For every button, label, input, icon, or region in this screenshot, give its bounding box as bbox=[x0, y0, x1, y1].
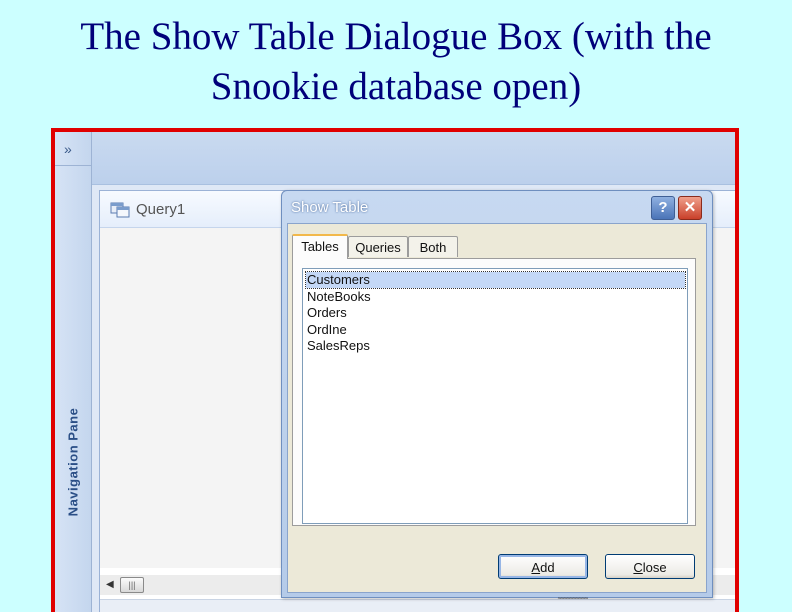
list-item[interactable]: SalesReps bbox=[306, 338, 370, 354]
tables-tab-panel: Customers NoteBooks Orders OrdIne SalesR… bbox=[292, 258, 696, 526]
dialog-titlebar[interactable]: Show Table ? ✕ bbox=[282, 191, 712, 223]
dialog-body: Tables Queries Both Customers NoteBooks … bbox=[287, 223, 707, 593]
slide-title-line-1: The Show Table Dialogue Box (with the bbox=[80, 15, 712, 58]
close-icon[interactable]: ✕ bbox=[678, 196, 702, 220]
access-screenshot: » Navigation Pane Query1 ◀ ||| Show Tabl… bbox=[51, 128, 739, 612]
workspace-header bbox=[92, 132, 735, 185]
tables-listbox[interactable]: Customers NoteBooks Orders OrdIne SalesR… bbox=[302, 268, 688, 524]
navigation-pane[interactable]: » Navigation Pane bbox=[55, 132, 92, 612]
list-item[interactable]: Customers bbox=[305, 271, 686, 289]
tab-queries[interactable]: Queries bbox=[348, 236, 408, 257]
list-item[interactable]: NoteBooks bbox=[306, 289, 371, 305]
close-button-mnemonic: C bbox=[633, 560, 643, 575]
query-icon bbox=[110, 202, 130, 218]
query-title: Query1 bbox=[136, 201, 186, 218]
add-button-label: dd bbox=[540, 560, 555, 575]
navigation-pane-label: Navigation Pane bbox=[65, 407, 81, 517]
add-button[interactable]: Add bbox=[498, 554, 588, 579]
add-button-mnemonic: A bbox=[531, 560, 541, 575]
list-item[interactable]: OrdIne bbox=[306, 322, 347, 338]
scroll-thumb[interactable]: ||| bbox=[120, 577, 144, 593]
list-item[interactable]: Orders bbox=[306, 305, 347, 321]
close-button-label: lose bbox=[642, 560, 667, 575]
expand-nav-icon[interactable]: » bbox=[55, 132, 91, 166]
help-icon[interactable]: ? bbox=[651, 196, 675, 220]
slide-title-line-2: Snookie database open) bbox=[210, 65, 582, 108]
dialog-title: Show Table bbox=[291, 199, 369, 216]
slide-title: The Show Table Dialogue Box (with the Sn… bbox=[0, 12, 792, 112]
tab-both[interactable]: Both bbox=[408, 236, 458, 257]
tab-tables[interactable]: Tables bbox=[292, 234, 348, 259]
scroll-left-icon[interactable]: ◀ bbox=[106, 579, 114, 590]
resize-grip[interactable]: ˜˜˜˜˜˜˜˜˜˜ bbox=[558, 596, 588, 606]
close-button[interactable]: Close bbox=[605, 554, 695, 579]
show-table-dialog: Show Table ? ✕ Tables Queries Both Custo… bbox=[281, 190, 713, 598]
design-grid-strip bbox=[100, 599, 735, 612]
